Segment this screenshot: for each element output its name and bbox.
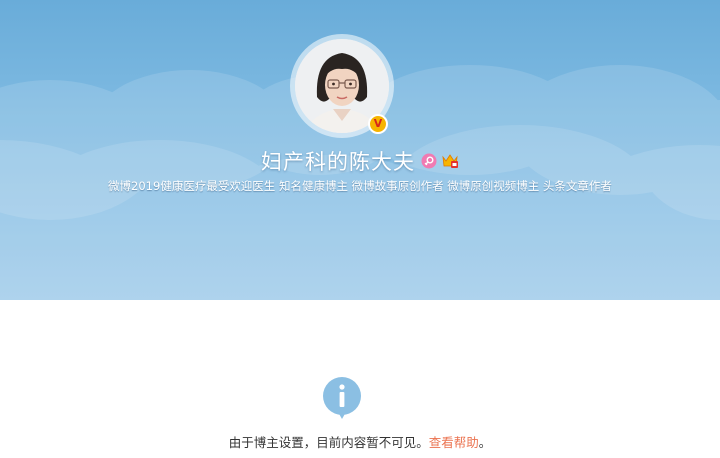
info-icon bbox=[323, 377, 361, 419]
hidden-content-notice: 由于博主设置，目前内容暂不可见。查看帮助。 bbox=[0, 432, 720, 451]
female-icon bbox=[421, 153, 437, 169]
profile-name-row: 妇产科的陈大夫 bbox=[0, 146, 720, 176]
notice-text: 由于博主设置，目前内容暂不可见。 bbox=[228, 435, 429, 450]
profile-description: 微博2019健康医疗最受欢迎医生 知名健康博主 微博故事原创作者 微博原创视频博… bbox=[108, 179, 612, 193]
member-icon[interactable] bbox=[441, 153, 459, 169]
profile-name: 妇产科的陈大夫 bbox=[261, 150, 415, 174]
verified-v-icon: V bbox=[368, 114, 388, 134]
help-link[interactable]: 查看帮助 bbox=[429, 435, 479, 450]
notice-end: 。 bbox=[478, 435, 492, 450]
